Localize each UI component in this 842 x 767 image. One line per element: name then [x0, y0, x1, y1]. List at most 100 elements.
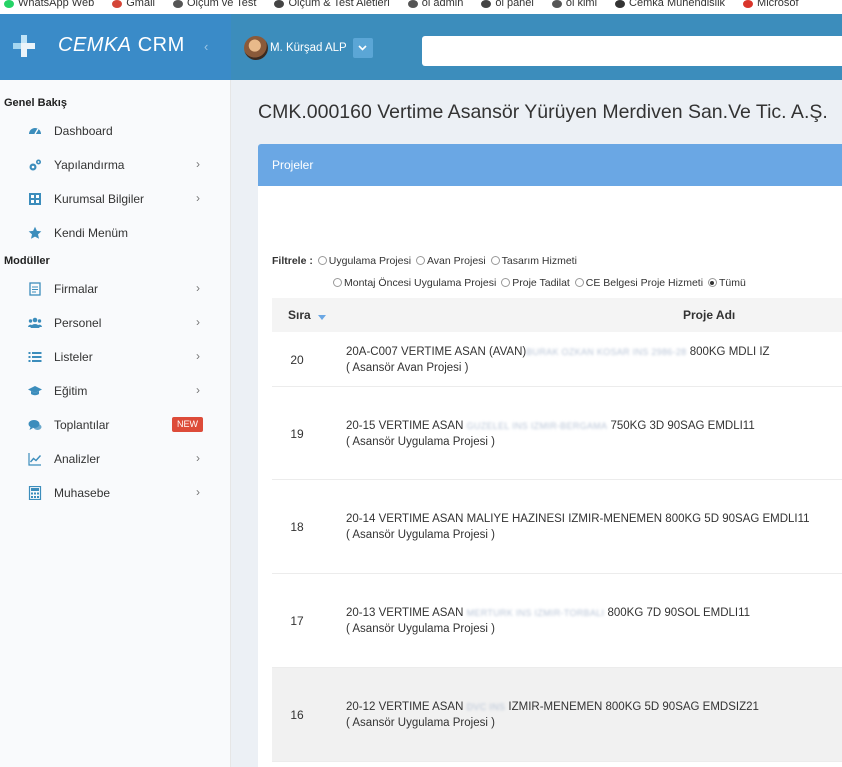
sidebar-item-firmalar[interactable]: Firmalar › — [0, 272, 230, 306]
bookmark-icon — [615, 0, 626, 8]
sidebar-item-toplantılar[interactable]: Toplantılar NEW — [0, 408, 230, 442]
sidebar-item-personel[interactable]: Personel › — [0, 306, 230, 340]
sidebar-section-header: Genel Bakış — [4, 97, 67, 109]
new-badge: NEW — [172, 417, 203, 432]
bookmark-item[interactable]: öl panel — [477, 0, 534, 9]
row-project-name[interactable]: 20-12 VERTIME ASAN DVC INS IZMIR-MENEMEN… — [346, 699, 759, 731]
table-row[interactable]: 16 20-12 VERTIME ASAN DVC INS IZMIR-MENEM… — [272, 668, 842, 762]
table-row[interactable]: 20 20A-C007 VERTIME ASAN (AVAN)BURAK OZKA… — [272, 332, 842, 387]
radio-button[interactable] — [490, 256, 500, 265]
top-header: CEMKA CRM ‹ M. Kürşad ALP — [0, 14, 842, 80]
filter-option-label: Tümü — [718, 277, 746, 289]
project-type: ( Asansör Uygulama Projesi ) — [346, 435, 495, 448]
filter-option[interactable]: CE Belgesi Proje Hizmeti — [573, 277, 706, 289]
bookmark-icon — [112, 0, 123, 8]
bookmark-item[interactable]: öl kimi — [548, 0, 597, 9]
project-name-text: 20-15 VERTIME ASAN — [346, 419, 467, 432]
sidebar-item-label: Personel — [54, 316, 102, 330]
filter-option[interactable]: Montaj Öncesi Uygulama Projesi — [331, 277, 499, 289]
row-project-name[interactable]: 20A-C007 VERTIME ASAN (AVAN)BURAK OZKAN … — [346, 344, 770, 376]
project-name-text: IZMIR-MENEMEN 800KG 5D 90SAG EMDSIZ21 — [505, 701, 759, 713]
building-icon — [28, 192, 42, 206]
sidebar-item-kurumsal-bilgiler[interactable]: Kurumsal Bilgiler › — [0, 182, 230, 216]
filter-option[interactable]: Proje Tadilat — [499, 277, 573, 289]
bookmark-item[interactable]: WhatsApp Web — [0, 0, 94, 9]
filter-label: Filtrele : — [272, 255, 313, 267]
table-row[interactable]: 18 20-14 VERTIME ASAN MALIYE HAZINESI IZM… — [272, 480, 842, 574]
filter-group: Filtrele : Uygulama Projesi Avan Projesi… — [272, 250, 746, 294]
sidebar-item-label: Analizler — [54, 452, 101, 466]
comments-icon — [28, 418, 42, 432]
dashboard-icon — [28, 124, 42, 138]
filter-option[interactable]: Tasarım Hizmeti — [489, 255, 577, 267]
panel-title: Projeler — [272, 158, 314, 172]
bookmark-item[interactable]: Ölçüm & Test Aletleri — [270, 0, 390, 9]
sidebar-item-label: Listeler — [54, 350, 93, 364]
file-icon — [28, 282, 42, 296]
sidebar-item-label: Yapılandırma — [54, 158, 125, 172]
redacted-text: BURAK OZKAN KOSAR INS 2986-28 — [526, 346, 687, 357]
row-project-name[interactable]: 20-15 VERTIME ASAN GUZELEL INS IZMIR-BER… — [346, 418, 755, 450]
sidebar-section-header: Modüller — [4, 255, 50, 267]
table-row[interactable]: 19 20-15 VERTIME ASAN GUZELEL INS IZMIR-B… — [272, 387, 842, 480]
sidebar-item-kendi-menüm[interactable]: Kendi Menüm — [0, 216, 230, 250]
sidebar-item-dashboard[interactable]: Dashboard — [0, 114, 230, 148]
main-content: CMK.000160 Vertime Asansör Yürüyen Merdi… — [231, 80, 842, 767]
search-input[interactable] — [422, 36, 842, 66]
chevron-right-icon: › — [196, 485, 200, 499]
sidebar-item-label: Dashboard — [54, 124, 113, 138]
bookmark-icon — [551, 0, 562, 8]
sidebar-item-eğitim[interactable]: Eğitim › — [0, 374, 230, 408]
row-project-name[interactable]: 20-13 VERTIME ASAN MERTURK INS IZMIR-TOR… — [346, 605, 750, 637]
radio-button[interactable] — [317, 256, 327, 265]
project-name-text: 20A-C007 VERTIME ASAN (AVAN) — [346, 345, 527, 358]
bookmark-item[interactable]: Microsof — [739, 0, 799, 9]
sidebar-item-muhasebe[interactable]: Muhasebe › — [0, 476, 230, 510]
filter-option-label: Avan Projesi — [426, 255, 486, 267]
bookmark-item[interactable]: Gmail — [108, 0, 155, 9]
chevron-down-icon — [358, 45, 367, 51]
row-project-name[interactable]: 20-14 VERTIME ASAN MALIYE HAZINESI IZMIR… — [346, 511, 810, 543]
sidebar-item-yapılandırma[interactable]: Yapılandırma › — [0, 148, 230, 182]
radio-button[interactable] — [501, 278, 511, 287]
redacted-text: GUZELEL INS IZMIR-BERGAMA — [466, 420, 608, 431]
filter-option-label: Tasarım Hizmeti — [501, 255, 577, 267]
table-row[interactable]: 17 20-13 VERTIME ASAN MERTURK INS IZMIR-T… — [272, 574, 842, 668]
bookmark-item[interactable]: öl admin — [404, 0, 464, 9]
bookmarks-bar: WhatsApp Web Gmail Ölçüm ve Test Ölçüm & Te… — [0, 0, 842, 14]
radio-button[interactable] — [707, 278, 717, 287]
avatar — [244, 36, 268, 60]
user-dropdown-button[interactable] — [352, 38, 373, 58]
radio-button[interactable] — [415, 256, 425, 265]
row-sira: 17 — [290, 614, 304, 628]
bookmark-label: öl admin — [421, 0, 464, 9]
bookmark-item[interactable]: Ölçüm ve Test — [169, 0, 256, 9]
chevron-right-icon: › — [196, 451, 200, 465]
sidebar-item-analizler[interactable]: Analizler › — [0, 442, 230, 476]
filter-option-label: Montaj Öncesi Uygulama Projesi — [344, 277, 497, 289]
column-header-sira[interactable]: Sıra — [288, 308, 326, 322]
row-sira: 18 — [290, 520, 304, 534]
chevron-left-icon[interactable]: ‹ — [204, 39, 208, 54]
star-icon — [28, 226, 42, 240]
app-logo[interactable]: CEMKA CRM — [0, 14, 231, 80]
chevron-right-icon: › — [196, 315, 200, 329]
sidebar-item-label: Firmalar — [54, 282, 98, 296]
sidebar-item-listeler[interactable]: Listeler › — [0, 340, 230, 374]
sidebar: Genel Bakış Dashboard Yapılandırma › Kurumsa… — [0, 80, 231, 767]
sidebar-item-label: Eğitim — [54, 384, 88, 398]
column-header-proje-adi[interactable]: Proje Adı — [683, 308, 735, 322]
filter-option-label: Uygulama Projesi — [328, 255, 412, 267]
project-name-text: 800KG MDLI IZ — [686, 345, 770, 358]
line-chart-icon — [28, 452, 42, 466]
filter-option[interactable]: Uygulama Projesi — [316, 255, 414, 267]
sidebar-item-label: Muhasebe — [54, 486, 111, 500]
user-menu[interactable]: M. Kürşad ALP — [244, 36, 373, 60]
filter-option[interactable]: Tümü — [706, 277, 746, 289]
radio-button[interactable] — [574, 278, 584, 287]
bookmark-item[interactable]: Cemka Mühendislik — [611, 0, 725, 9]
radio-button[interactable] — [333, 278, 342, 287]
project-name-text: 20-13 VERTIME ASAN — [346, 607, 467, 619]
filter-option[interactable]: Avan Projesi — [414, 255, 489, 267]
project-type: ( Asansör Avan Projesi ) — [346, 361, 469, 374]
